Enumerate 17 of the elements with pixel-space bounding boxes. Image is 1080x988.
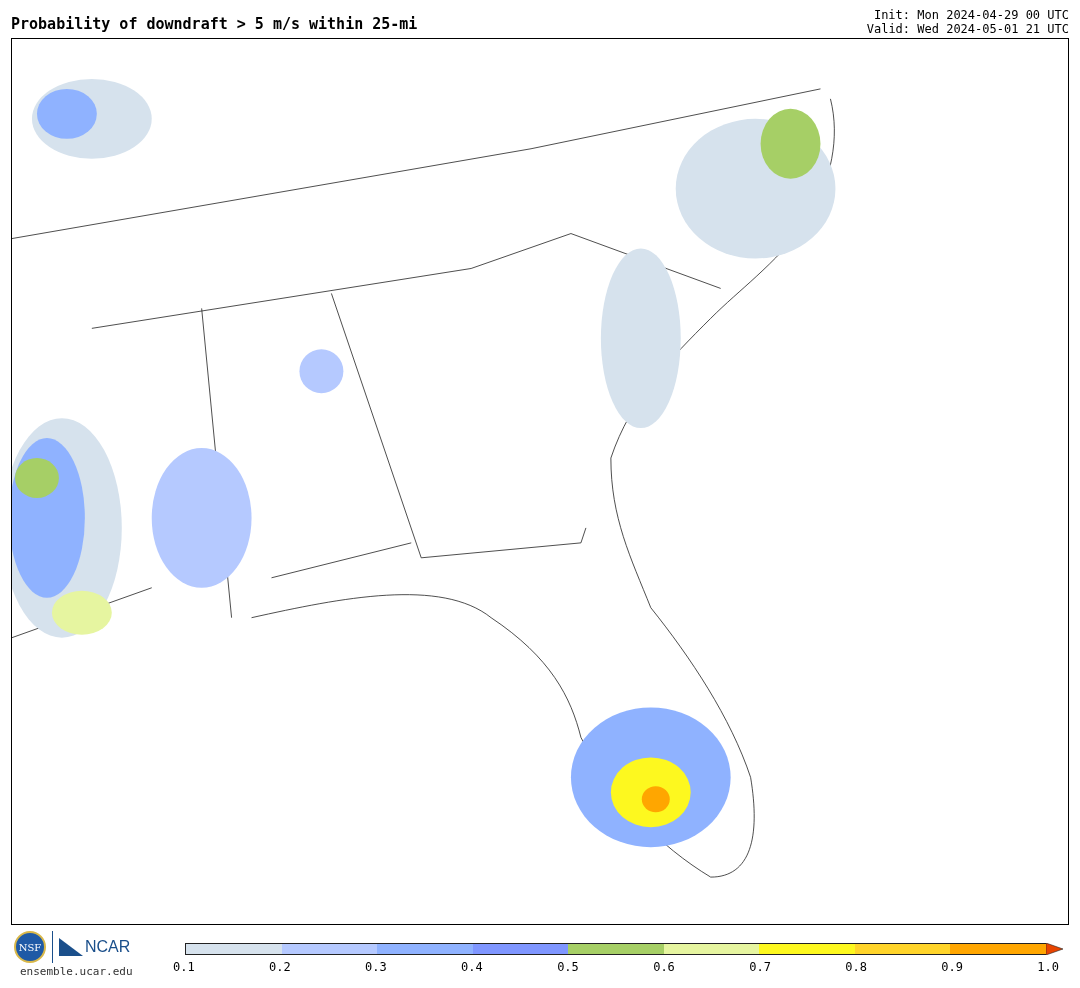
- colorbar-tick-label: 1.0: [1037, 960, 1059, 974]
- colorbar-tick-label: 0.8: [845, 960, 867, 974]
- colorbar-tick-label: 0.4: [461, 960, 483, 974]
- ncar-mark-icon: [59, 938, 83, 956]
- site-url: ensemble.ucar.edu: [20, 965, 133, 978]
- init-time: Init: Mon 2024-04-29 00 UTC: [873, 8, 1069, 22]
- valid-time: Valid: Wed 2024-05-01 21 UTC: [866, 22, 1069, 36]
- chart-title: Probability of downdraft > 5 m/s within 25-mi: [11, 15, 418, 35]
- nsf-logo: NSF: [14, 931, 46, 963]
- colorbar-tick-label: 0.3: [365, 960, 387, 974]
- colorbar-tick-label: 0.2: [269, 960, 291, 974]
- colorbar-tick-label: 0.6: [653, 960, 675, 974]
- colorbar-tick-label: 0.7: [749, 960, 771, 974]
- colorbar-tick-label: 0.1: [173, 960, 195, 974]
- colorbar-tick-label: 0.5: [557, 960, 579, 974]
- ncar-logo: NCAR: [85, 938, 131, 956]
- colorbar-tick-label: 0.9: [941, 960, 963, 974]
